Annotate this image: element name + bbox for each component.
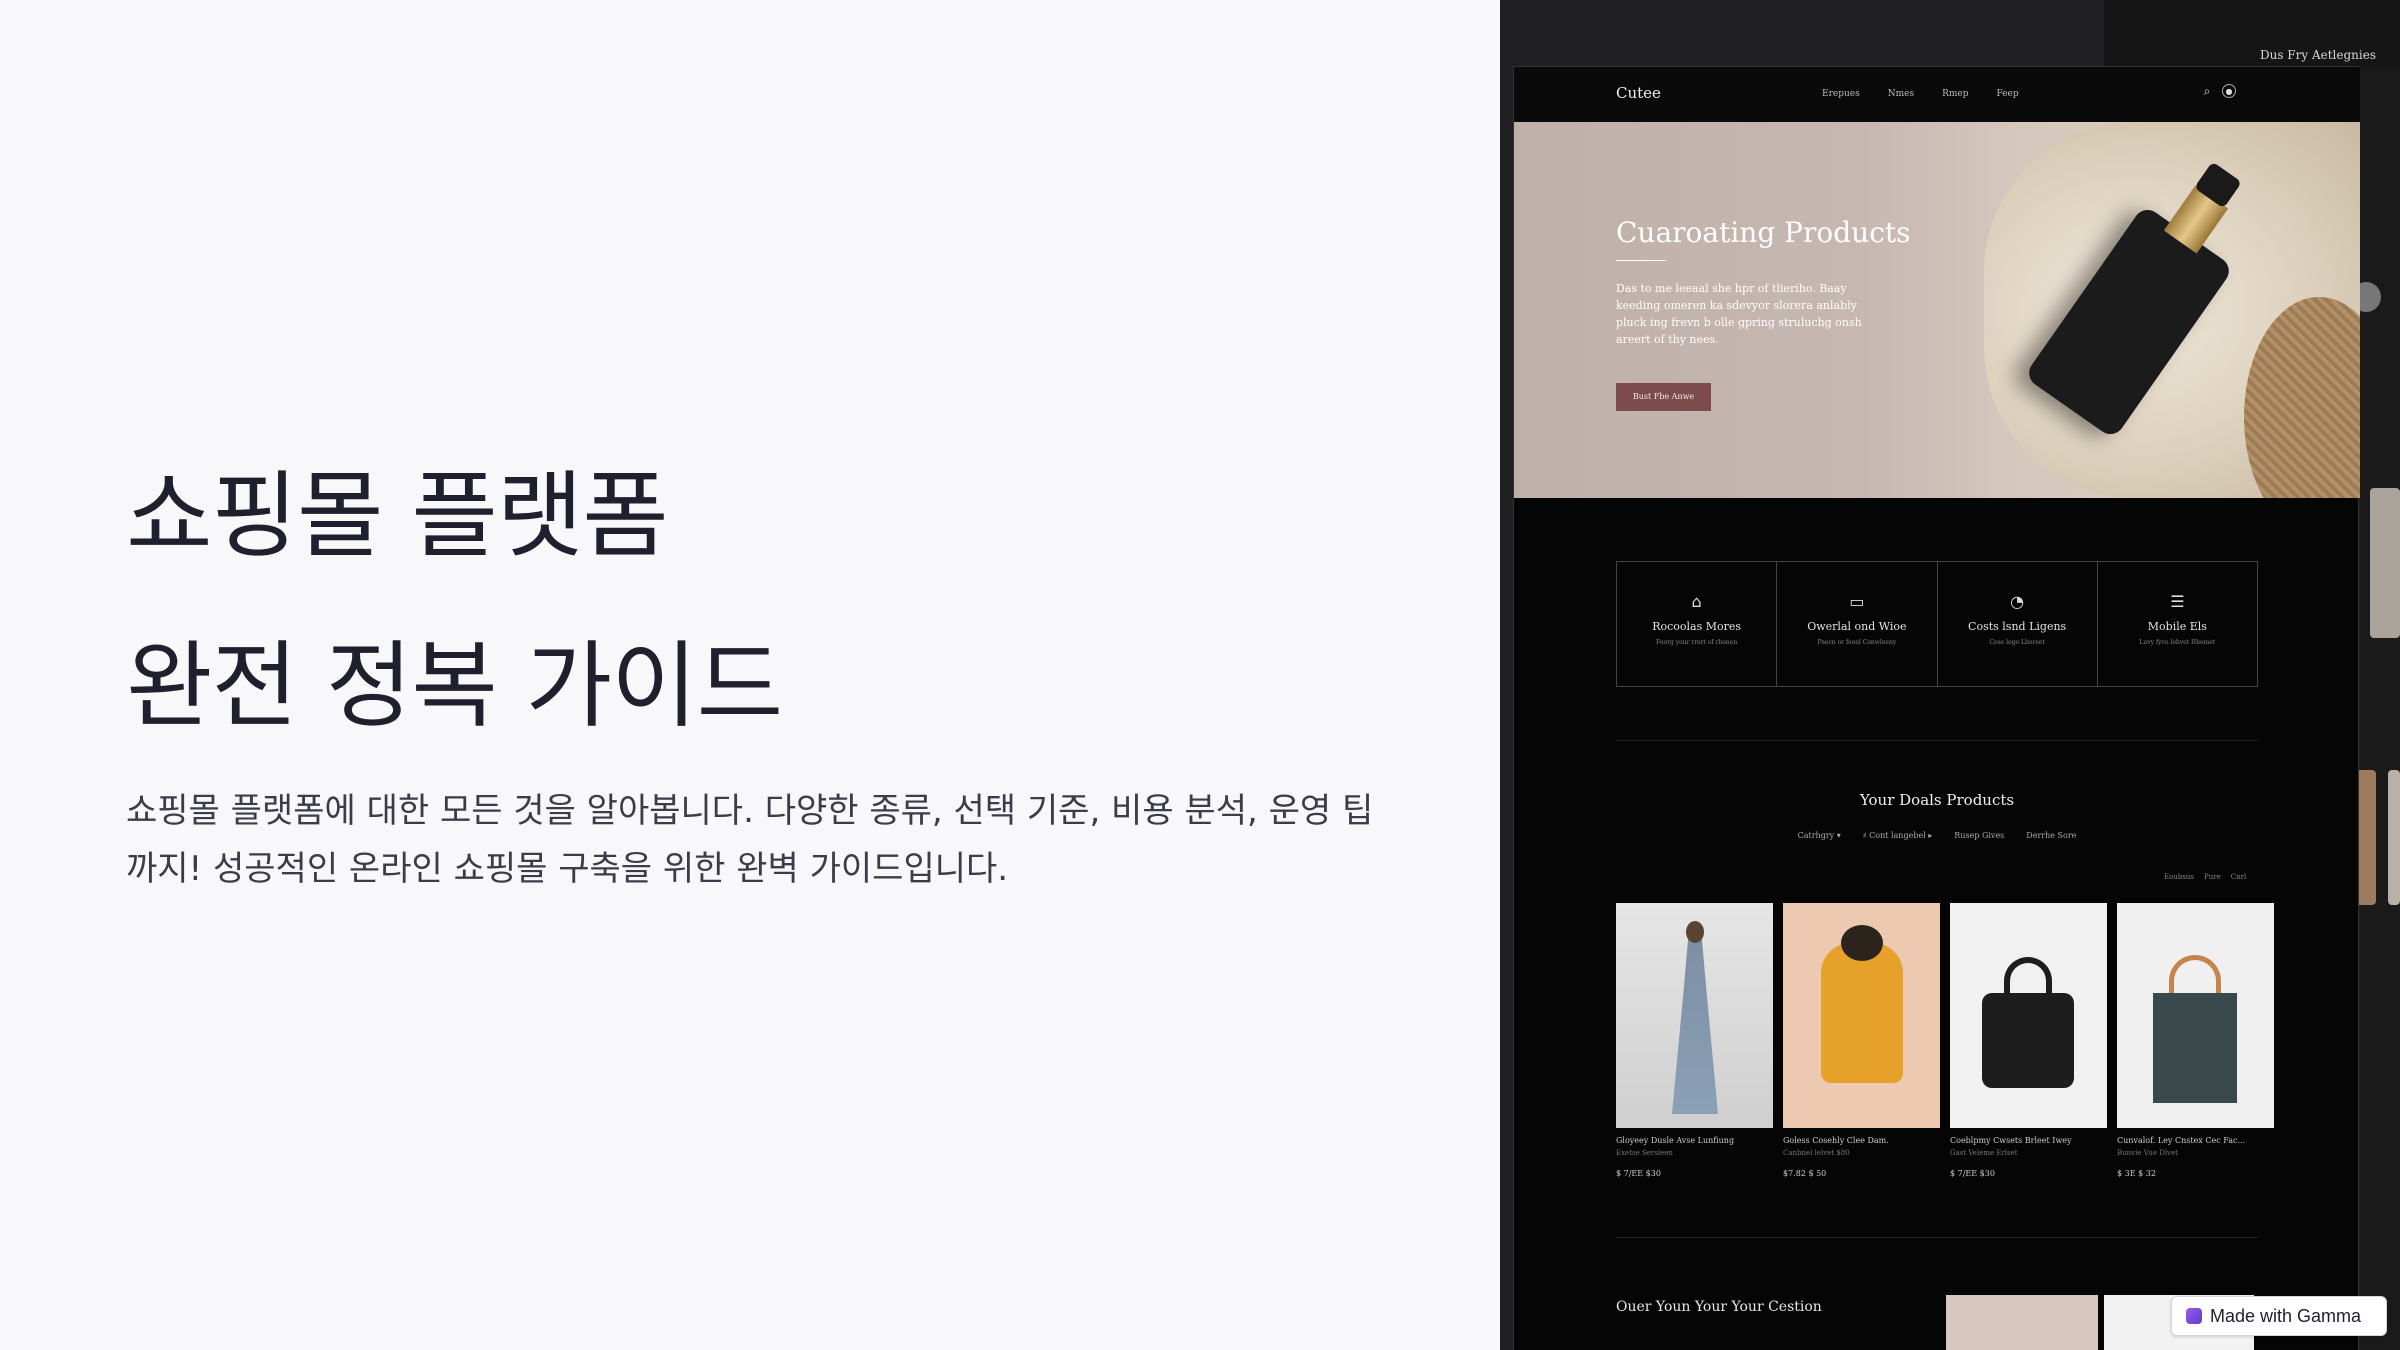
- feature-card[interactable]: ☰ Mobile Els Luvy fyve lobvet Hhemet: [2098, 562, 2257, 686]
- sort-link[interactable]: Cnrl: [2231, 873, 2246, 881]
- store-nav-bar: Cutee Erepues Nmes Rmep Feep ⌕ ●: [1514, 67, 2360, 122]
- handbag-shape: [1982, 993, 2074, 1088]
- gamma-logo-icon: [2186, 1308, 2202, 1324]
- jacket-shape: [1821, 943, 1903, 1083]
- section-divider: [1616, 1237, 2258, 1238]
- feature-subtitle: Foorg your rrert of rhonen: [1656, 639, 1738, 646]
- filter-item[interactable]: ♯ Cont langebel ▸: [1863, 831, 1933, 840]
- product-name[interactable]: Gloyeey Dusle Avse Lunfiung: [1616, 1136, 1773, 1145]
- product-price: $7.82 $ 50: [1783, 1169, 1827, 1178]
- background-label: Dus Fry Aetlegnies: [2259, 48, 2376, 62]
- product-price: $ 7/EE $30: [1616, 1169, 1661, 1178]
- feature-card[interactable]: ◔ Costs lsnd Ligens Cose logo Lboreet: [1938, 562, 2098, 686]
- nav-link[interactable]: Nmes: [1888, 89, 1914, 99]
- feature-subtitle: Paecn or feoel Conwleeny: [1817, 639, 1897, 646]
- website-screenshot: Dus Fry Aetlegnies Cutee Erepues Nmes Rm…: [1500, 0, 2400, 1350]
- store-page: Cutee Erepues Nmes Rmep Feep ⌕ ● Cuaroat…: [1513, 66, 2360, 1350]
- background-window-strip: Dus Fry Aetlegnies: [2104, 0, 2400, 70]
- feature-title: Owerlal ond Wioe: [1807, 620, 1907, 633]
- product-name[interactable]: Goless Cosehly Clee Dam.: [1783, 1136, 1940, 1145]
- product-filters: Catrhgry ▾ ♯ Cont langebel ▸ Rusep Gives…: [1514, 831, 2360, 840]
- feature-subtitle: Luvy fyve lobvet Hhemet: [2139, 639, 2216, 646]
- product-card[interactable]: Cunvalof. Ley Cnstex Cec Fac... Bunvie V…: [2117, 903, 2274, 1178]
- hero-divider: [1616, 260, 1666, 261]
- product-price: $ 7/EE $30: [1950, 1169, 1995, 1178]
- bottom-section-title: Ouer Youn Your Your Cestion: [1616, 1299, 1822, 1315]
- wallet-icon: ▭: [1849, 592, 1865, 611]
- made-with-gamma-badge[interactable]: Made with Gamma: [2171, 1296, 2387, 1336]
- jacket-hood: [1841, 925, 1883, 961]
- tote-bag-shape: [2153, 993, 2237, 1103]
- page-description: 쇼핑몰 플랫폼에 대한 모든 것을 알아봅니다. 다양한 종류, 선택 기준, …: [126, 791, 1374, 889]
- badge-label: Made with Gamma: [2210, 1305, 2362, 1326]
- product-name[interactable]: Coeblpmy Cwsets Brleet Iwey: [1950, 1136, 2107, 1145]
- dress-shape: [1672, 939, 1718, 1114]
- section-divider: [1616, 740, 2258, 741]
- product-card[interactable]: Gloyeey Dusle Avse Lunfiung Exetse Sersl…: [1616, 903, 1773, 1178]
- filter-item[interactable]: Rusep Gives: [1954, 831, 2004, 840]
- store-hero-banner: Cuaroating Products Das to me leeaal she…: [1514, 122, 2360, 498]
- hero-cta-button[interactable]: Bust Fbe Anwe: [1616, 383, 1711, 411]
- product-price: $ 3E $ 32: [2117, 1169, 2156, 1178]
- chart-icon: ◔: [2010, 592, 2025, 611]
- product-image[interactable]: [1616, 903, 1773, 1128]
- product-image[interactable]: [2117, 903, 2274, 1128]
- store-logo[interactable]: Cutee: [1616, 84, 1661, 102]
- feature-row: ⌂ Rocoolas Mores Foorg your rrert of rho…: [1616, 561, 2258, 687]
- user-icon[interactable]: ●: [2222, 84, 2236, 98]
- search-icon[interactable]: ⌕: [2200, 84, 2214, 98]
- feature-title: Costs lsnd Ligens: [1968, 620, 2067, 633]
- product-name[interactable]: Cunvalof. Ley Cnstex Cec Fac...: [2117, 1136, 2274, 1145]
- product-card[interactable]: Goless Cosehly Clee Dam. Canbnel lelvet …: [1783, 903, 1940, 1178]
- product-image[interactable]: [1950, 903, 2107, 1128]
- mobile-icon: ☰: [2170, 592, 2185, 611]
- sort-options: Eoubsus Pure Cnrl: [2164, 873, 2246, 881]
- nav-link[interactable]: Rmep: [1942, 89, 1968, 99]
- product-subtitle: Bunvie Vue Dlvet: [2117, 1149, 2178, 1157]
- feature-card[interactable]: ⌂ Rocoolas Mores Foorg your rrert of rho…: [1617, 562, 1778, 686]
- filter-item[interactable]: Catrhgry ▾: [1798, 831, 1841, 840]
- model-head: [1686, 921, 1704, 943]
- feature-title: Mobile Els: [2147, 620, 2207, 633]
- product-subtitle: Canbnel lelvet $80: [1783, 1149, 1850, 1157]
- product-subtitle: Gast Veleme Erlset: [1950, 1149, 2018, 1157]
- product-subtitle: Exetse Sersleen: [1616, 1149, 1673, 1157]
- text-panel: 쇼핑몰 플랫폼 완전 정복 가이드 쇼핑몰 플랫폼에 대한 모든 것을 알아봅니…: [0, 0, 1500, 1350]
- page-title-line-2: 완전 정복 가이드: [126, 632, 783, 741]
- page-title-line-1: 쇼핑몰 플랫폼: [126, 462, 669, 571]
- feature-card[interactable]: ▭ Owerlal ond Wioe Paecn or feoel Conwle…: [1777, 562, 1938, 686]
- bag-icon: ⌂: [1691, 592, 1702, 611]
- products-section-title: Your Doals Products: [1859, 791, 2015, 809]
- feature-title: Rocoolas Mores: [1652, 620, 1742, 633]
- background-thumbnail: [2370, 488, 2400, 638]
- sort-link[interactable]: Pure: [2204, 873, 2221, 881]
- sort-link[interactable]: Eoubsus: [2164, 873, 2194, 881]
- feature-subtitle: Cose logo Lboreet: [1989, 639, 2045, 646]
- background-window-edge: [2360, 70, 2400, 1350]
- bottom-product-image[interactable]: [1946, 1295, 2098, 1350]
- store-hero-title: Cuaroating Products: [1616, 216, 1911, 249]
- store-nav-links: Erepues Nmes Rmep Feep: [1822, 89, 2019, 99]
- product-grid: Gloyeey Dusle Avse Lunfiung Exetse Sersl…: [1616, 903, 2274, 1178]
- nav-link[interactable]: Feep: [1996, 89, 2018, 99]
- filter-item[interactable]: Derrhe Sore: [2026, 831, 2076, 840]
- store-hero-text: Das to me leeaal she hpr of tlieriho. Ba…: [1616, 282, 1862, 346]
- product-image[interactable]: [1783, 903, 1940, 1128]
- background-thumbnail: [2388, 770, 2400, 905]
- nav-link[interactable]: Erepues: [1822, 89, 1860, 99]
- product-card[interactable]: Coeblpmy Cwsets Brleet Iwey Gast Veleme …: [1950, 903, 2107, 1178]
